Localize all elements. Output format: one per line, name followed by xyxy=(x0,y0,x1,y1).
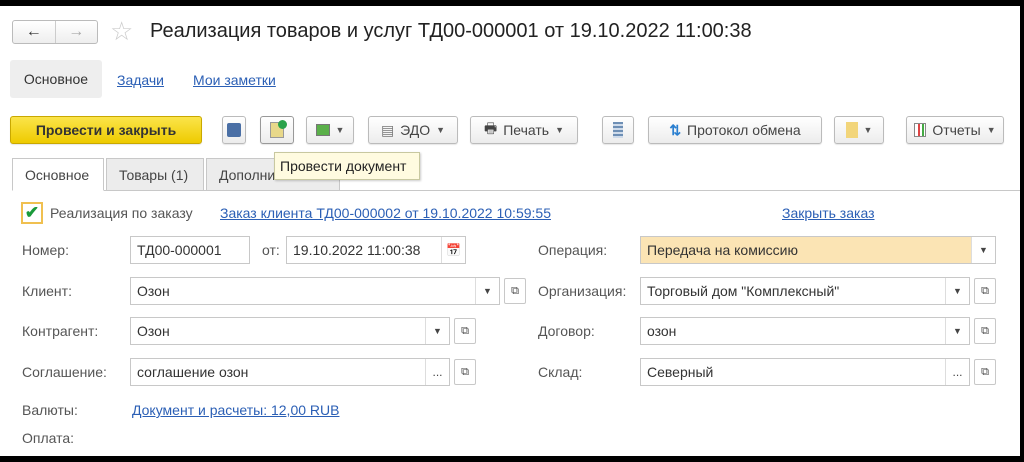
exchange-log-label: Протокол обмена xyxy=(687,122,801,138)
reports-label: Отчеты xyxy=(932,122,981,138)
chevron-down-icon: ▼ xyxy=(863,125,873,135)
save-button[interactable] xyxy=(222,116,246,144)
counterparty-value: Озон xyxy=(137,323,170,339)
agreement-field[interactable]: соглашение озон... xyxy=(130,358,450,386)
section-tab-main[interactable]: Основное xyxy=(10,60,102,98)
calendar-icon[interactable]: 📅 xyxy=(441,237,465,263)
date-value: 19.10.2022 11:00:38 xyxy=(293,242,421,258)
open-agreement-button[interactable]: ⧉ xyxy=(454,359,476,385)
back-arrow-icon[interactable]: ← xyxy=(13,21,56,43)
exchange-log-button[interactable]: ⇅ Протокол обмена xyxy=(648,116,822,144)
create-based-on-button[interactable]: ▼ xyxy=(306,116,354,144)
edo-label: ЭДО xyxy=(400,122,431,138)
report-icon xyxy=(914,123,927,137)
agreement-label: Соглашение: xyxy=(22,364,107,380)
currency-link[interactable]: Документ и расчеты: 12,00 RUB xyxy=(132,402,339,418)
document-window: ← → ☆ Реализация товаров и услуг ТД00-00… xyxy=(0,6,1020,456)
counterparty-label: Контрагент: xyxy=(22,323,99,339)
edo-button[interactable]: ▤ ЭДО ▼ xyxy=(368,116,458,144)
warehouse-label: Склад: xyxy=(538,364,583,380)
date-label: от: xyxy=(262,242,280,258)
warehouse-field[interactable]: Северный... xyxy=(640,358,970,386)
close-order-link[interactable]: Закрыть заказ xyxy=(782,205,875,221)
printer-icon: 🖶 xyxy=(483,120,498,136)
print-button[interactable]: 🖶 Печать ▼ xyxy=(470,116,578,144)
open-client-button[interactable]: ⧉ xyxy=(504,278,526,304)
open-organization-button[interactable]: ⧉ xyxy=(974,278,996,304)
contract-label: Договор: xyxy=(538,323,595,339)
number-label: Номер: xyxy=(22,242,69,258)
chevron-down-icon: ▼ xyxy=(555,125,564,135)
page-title: Реализация товаров и услуг ТД00-000001 о… xyxy=(150,20,752,42)
tooltip: Провести документ xyxy=(274,152,420,180)
counterparty-field[interactable]: Озон ▼ xyxy=(130,317,450,345)
by-order-label: Реализация по заказу xyxy=(50,205,193,221)
chevron-down-icon[interactable]: ▼ xyxy=(945,278,969,304)
edo-icon: ▤ xyxy=(380,121,395,138)
chevron-down-icon[interactable]: ▼ xyxy=(945,318,969,344)
nav-buttons: ← → xyxy=(12,20,98,44)
post-document-icon xyxy=(270,120,287,138)
attachments-button[interactable]: ▼ xyxy=(834,116,884,144)
by-order-checkbox[interactable]: ✔ xyxy=(21,202,43,224)
operation-field[interactable]: Передача на комиссию ▼ xyxy=(640,236,996,264)
operation-value: Передача на комиссию xyxy=(647,242,798,258)
open-contract-button[interactable]: ⧉ xyxy=(974,318,996,344)
forward-arrow-icon[interactable]: → xyxy=(56,21,98,43)
organization-value: Торговый дом "Комплексный" xyxy=(647,283,840,299)
warehouse-value: Северный xyxy=(647,364,714,380)
currency-label: Валюты: xyxy=(22,402,78,418)
post-and-close-label: Провести и закрыть xyxy=(35,122,177,138)
section-tab-tasks[interactable]: Задачи xyxy=(117,72,164,88)
organization-field[interactable]: Торговый дом "Комплексный" ▼ xyxy=(640,277,970,305)
list-icon xyxy=(613,122,623,138)
favorite-star-icon[interactable]: ☆ xyxy=(110,16,133,47)
contract-value: озон xyxy=(647,323,677,339)
agreement-value: соглашение озон xyxy=(137,364,249,380)
chevron-down-icon[interactable]: ▼ xyxy=(425,318,449,344)
client-field[interactable]: Озон ▼ xyxy=(130,277,500,305)
chevron-down-icon: ▼ xyxy=(986,125,996,135)
number-field[interactable]: ТД00-000001 xyxy=(130,236,250,264)
payment-label: Оплата: xyxy=(22,430,75,446)
client-label: Клиент: xyxy=(22,283,72,299)
tab-goods[interactable]: Товары (1) xyxy=(106,158,204,191)
open-counterparty-button[interactable]: ⧉ xyxy=(454,318,476,344)
ellipsis-icon[interactable]: ... xyxy=(945,359,969,385)
reports-button[interactable]: Отчеты ▼ xyxy=(906,116,1004,144)
operation-label: Операция: xyxy=(538,242,608,258)
chevron-down-icon[interactable]: ▼ xyxy=(475,278,499,304)
number-value: ТД00-000001 xyxy=(137,242,222,258)
open-warehouse-button[interactable]: ⧉ xyxy=(974,359,996,385)
date-field[interactable]: 19.10.2022 11:00:38 📅 xyxy=(286,236,466,264)
chevron-down-icon: ▼ xyxy=(436,125,446,135)
post-and-close-button[interactable]: Провести и закрыть xyxy=(10,116,202,144)
customer-order-link[interactable]: Заказ клиента ТД00-000002 от 19.10.2022 … xyxy=(220,205,551,221)
section-tab-notes[interactable]: Мои заметки xyxy=(193,72,276,88)
organization-label: Организация: xyxy=(538,283,627,299)
up-down-arrows-icon: ⇅ xyxy=(669,121,682,138)
floppy-disk-icon xyxy=(227,123,241,137)
create-based-on-icon xyxy=(315,124,330,136)
contract-field[interactable]: озон ▼ xyxy=(640,317,970,345)
post-document-button[interactable] xyxy=(260,116,294,144)
document-clock-icon xyxy=(845,122,858,138)
ellipsis-icon[interactable]: ... xyxy=(425,359,449,385)
chevron-down-icon: ▼ xyxy=(335,125,345,135)
print-label: Печать xyxy=(503,122,550,138)
structure-button[interactable] xyxy=(602,116,634,144)
tab-main[interactable]: Основное xyxy=(12,158,104,191)
chevron-down-icon[interactable]: ▼ xyxy=(971,237,995,263)
client-value: Озон xyxy=(137,283,170,299)
